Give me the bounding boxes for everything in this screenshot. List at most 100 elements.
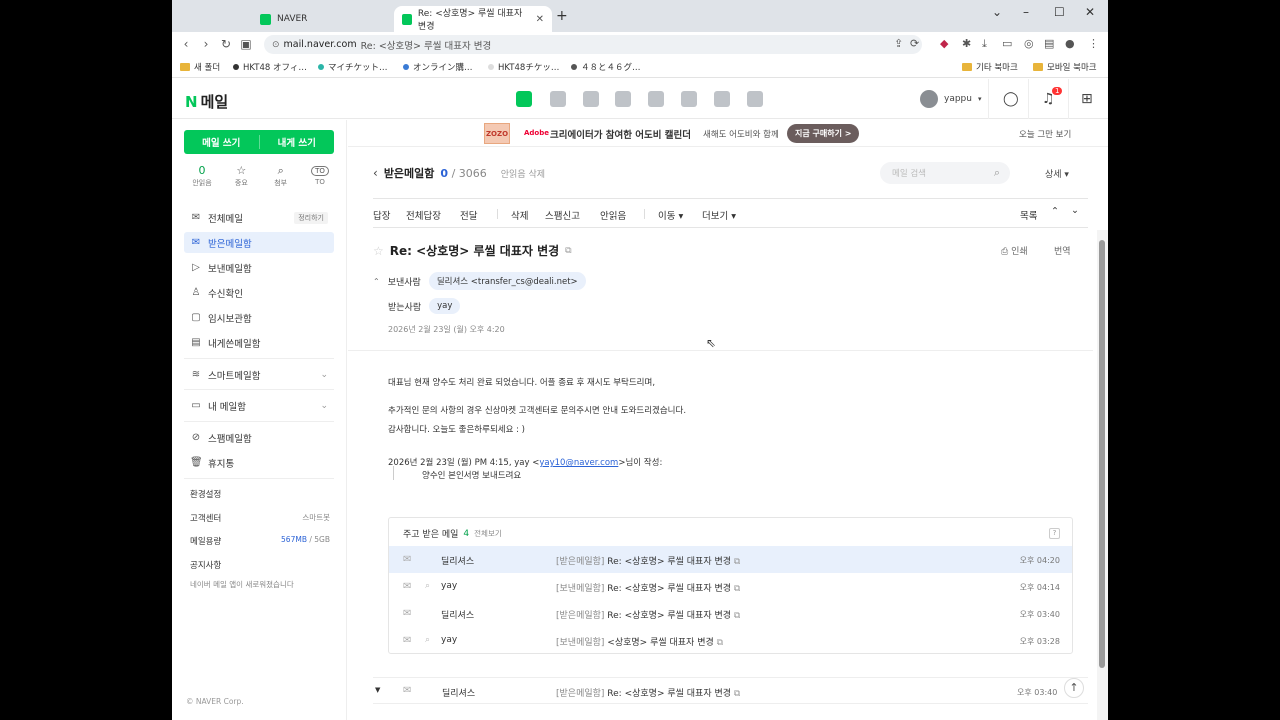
- mailbox-title[interactable]: 받은메일함: [384, 165, 435, 181]
- open-new-window-icon[interactable]: ⧉: [565, 246, 571, 256]
- next-mail-row[interactable]: ▼ ✉ 딜리셔스 [받은메일함] Re: <상호명> 루씰 대표자 변경 ⧉ 오…: [373, 677, 1088, 704]
- url-field[interactable]: ⊙ mail.naver.com Re: <상호명> 루씰 대표자 변경: [264, 35, 922, 54]
- quick-to[interactable]: TO TO: [304, 164, 336, 188]
- contacts-app-icon[interactable]: [615, 91, 631, 107]
- extension-shield-icon[interactable]: ◆: [940, 37, 948, 50]
- share-icon[interactable]: ⇪: [894, 37, 903, 50]
- open-new-window-icon[interactable]: ⧉: [734, 689, 740, 699]
- bookmark-app-icon[interactable]: [747, 91, 763, 107]
- close-tab-icon[interactable]: ✕: [536, 14, 544, 25]
- write-mail-button[interactable]: 메일 쓰기: [184, 130, 259, 154]
- quick-unread[interactable]: 0 안읽음: [186, 164, 218, 188]
- sidebar-item-spam[interactable]: ⊘ 스팸메일함: [184, 427, 334, 448]
- quick-important[interactable]: ☆ 중요: [225, 164, 257, 188]
- works-app-icon[interactable]: [714, 91, 730, 107]
- related-row[interactable]: ✉ 딜리셔스 [받은메일함] Re: <상호명> 루씰 대표자 변경 ⧉ 오후 …: [389, 600, 1072, 627]
- open-new-window-icon[interactable]: ⧉: [734, 557, 740, 567]
- sidebar-item-trash[interactable]: 🗑 휴지통: [184, 452, 334, 473]
- site-info-icon[interactable]: ▣: [236, 37, 256, 51]
- sender-chip[interactable]: 딜리셔스 <transfer_cs@deali.net>: [428, 272, 586, 290]
- chevron-down-icon[interactable]: ⌄: [320, 401, 328, 411]
- delete-unread-button[interactable]: 안읽음 삭제: [501, 167, 545, 180]
- screenshot-icon[interactable]: ◎: [1024, 37, 1034, 50]
- profile-icon[interactable]: ●: [1065, 37, 1075, 50]
- related-row[interactable]: ✉ ⌕ yay [보낸메일함] <상호명> 루씰 대표자 변경 ⧉ 오후 03:…: [389, 627, 1072, 654]
- reload-icon[interactable]: ↻: [216, 37, 236, 51]
- next-mail-icon[interactable]: ⌄: [1071, 205, 1079, 216]
- memo-app-icon[interactable]: [681, 91, 697, 107]
- open-new-window-icon[interactable]: ⧉: [734, 584, 740, 594]
- mail-app-icon[interactable]: [516, 91, 532, 107]
- bookmark[interactable]: HKT48チケッ…: [488, 61, 559, 73]
- maximize-icon[interactable]: ☐: [1054, 5, 1065, 19]
- open-new-window-icon[interactable]: ⧉: [734, 611, 740, 621]
- star-icon[interactable]: ☆: [373, 244, 384, 258]
- sidebar-item-self[interactable]: ▤ 내게쓴메일함: [184, 332, 334, 353]
- photo-app-icon[interactable]: [583, 91, 599, 107]
- notice-text[interactable]: 네이버 메일 앱이 새로워졌습니다: [190, 579, 330, 590]
- write-self-button[interactable]: 내게 쓰기: [260, 130, 335, 154]
- grid-menu-icon[interactable]: ⊞: [1081, 91, 1093, 107]
- sidebar-item-inbox[interactable]: ✉ 받은메일함: [184, 232, 334, 253]
- delete-button[interactable]: 삭제: [511, 208, 528, 222]
- back-icon[interactable]: ‹: [176, 37, 196, 51]
- support-link[interactable]: 고객센터 스마트봇: [190, 512, 330, 524]
- related-row[interactable]: ✉ ⌕ yay [보낸메일함] Re: <상호명> 루씰 대표자 변경 ⧉ 오후…: [389, 573, 1072, 600]
- naver-mail-logo[interactable]: N 메일: [185, 91, 228, 112]
- notice-link[interactable]: 공지사항: [190, 559, 330, 571]
- quick-attachment[interactable]: ⌕ 첨부: [265, 164, 297, 188]
- related-row[interactable]: ✉ 딜리셔스 [받은메일함] Re: <상호명> 루씰 대표자 변경 ⧉ 오후 …: [389, 546, 1072, 573]
- cast-icon[interactable]: ▭: [1002, 37, 1012, 50]
- tab-groups-icon[interactable]: ▤: [1044, 37, 1054, 50]
- spam-button[interactable]: 스팸신고: [545, 208, 580, 222]
- chevron-down-icon[interactable]: ⌄: [320, 370, 328, 380]
- bookmark[interactable]: ４８と４６グ…: [571, 61, 641, 73]
- sidebar-item-sent[interactable]: ▷ 보낸메일함: [184, 257, 334, 278]
- translate-button[interactable]: 번역: [1054, 244, 1071, 257]
- download-icon[interactable]: ⤓: [982, 37, 987, 51]
- back-icon[interactable]: ‹: [373, 166, 378, 180]
- chevron-up-icon[interactable]: ⌃: [373, 277, 380, 286]
- forward-icon[interactable]: ›: [196, 37, 216, 51]
- sidebar-item-mybox[interactable]: ▭ 내 메일함 ⌄: [184, 395, 334, 416]
- cleanup-button[interactable]: 정리하기: [294, 211, 328, 224]
- tab-mail[interactable]: Re: <상호명> 루씰 대표자 변경 ✕: [394, 6, 552, 32]
- calendar-app-icon[interactable]: [550, 91, 566, 107]
- bookmark-folder-other[interactable]: 기타 북마크: [962, 61, 1018, 73]
- box-app-icon[interactable]: [648, 91, 664, 107]
- bookmark[interactable]: マイチケット…: [318, 61, 388, 73]
- bookmark[interactable]: HKT48 オフィ…: [233, 61, 307, 73]
- print-button[interactable]: ⎙ 인쇄: [1001, 244, 1028, 257]
- settings-link[interactable]: 환경설정: [190, 488, 330, 500]
- chat-icon[interactable]: ◯: [1003, 91, 1019, 107]
- prev-mail-icon[interactable]: ⌃: [1051, 206, 1059, 217]
- detail-search-button[interactable]: 상세 ▾: [1045, 167, 1069, 180]
- help-icon[interactable]: ?: [1049, 528, 1060, 539]
- close-window-icon[interactable]: ✕: [1085, 5, 1095, 19]
- user-menu[interactable]: yappu ▾: [920, 90, 982, 108]
- tab-naver[interactable]: NAVER: [252, 6, 392, 32]
- search-icon[interactable]: ⌕: [994, 166, 1000, 180]
- tab-search-icon[interactable]: ⌄: [992, 5, 1002, 19]
- sidebar-item-drafts[interactable]: ▢ 임시보관함: [184, 307, 334, 328]
- quote-email-link[interactable]: yay10@naver.com: [539, 458, 618, 468]
- more-button[interactable]: 더보기 ▾: [702, 208, 736, 222]
- bookmark[interactable]: オンライン購…: [403, 61, 473, 73]
- sidebar-item-receipt[interactable]: ♙ 수신확인: [184, 282, 334, 303]
- minimize-icon[interactable]: –: [1023, 5, 1029, 19]
- ad-close-button[interactable]: 오늘 그만 보기: [1019, 128, 1071, 140]
- mail-search-input[interactable]: 메일 검색 ⌕: [880, 162, 1010, 184]
- extensions-icon[interactable]: ✱: [962, 37, 971, 50]
- bookmark-folder-mobile[interactable]: 모바일 북마크: [1033, 61, 1097, 73]
- sidebar-item-all[interactable]: ✉ 전체메일 정리하기: [184, 207, 334, 228]
- sidebar-item-smart[interactable]: ≋ 스마트메일함 ⌄: [184, 364, 334, 385]
- menu-icon[interactable]: ⋮: [1088, 37, 1099, 50]
- open-new-window-icon[interactable]: ⧉: [717, 638, 723, 648]
- reply-button[interactable]: 답장: [373, 208, 390, 222]
- list-button[interactable]: 목록: [1020, 208, 1037, 222]
- recipient-chip[interactable]: yay: [429, 298, 461, 314]
- smartbot-link[interactable]: 스마트봇: [302, 512, 330, 524]
- forward-button[interactable]: 전달: [460, 208, 477, 222]
- view-all-link[interactable]: 전체보기: [474, 528, 502, 539]
- ad-banner[interactable]: ZOZO Adobe 크리에이터가 참여한 어도비 캘린더 새해도 어도비와 함…: [348, 120, 1108, 147]
